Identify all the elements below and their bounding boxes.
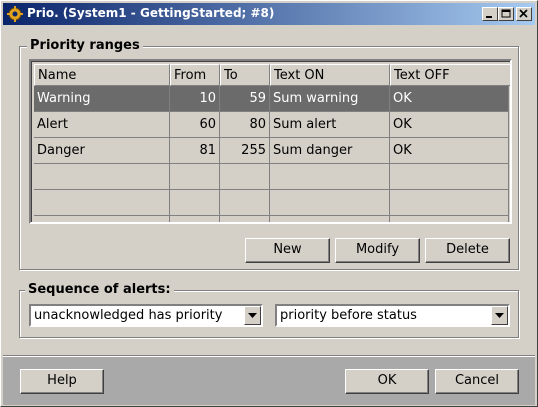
cell-from: 81 xyxy=(170,138,220,164)
new-button[interactable]: New xyxy=(245,238,330,263)
column-header-name[interactable]: Name xyxy=(34,64,170,86)
priority-ranges-label: Priority ranges xyxy=(27,38,143,53)
table-row[interactable]: Alert 60 80 Sum alert OK xyxy=(34,112,509,138)
sequence-label: Sequence of alerts: xyxy=(25,282,174,297)
help-button[interactable]: Help xyxy=(20,369,104,394)
title-bar[interactable]: Prio. (System1 - GettingStarted; #8) xyxy=(3,3,535,25)
cell-to: 80 xyxy=(220,112,270,138)
column-header-text-off[interactable]: Text OFF xyxy=(390,64,510,86)
combo-value: priority before status xyxy=(280,308,417,323)
priority-table-body: Name From To Text ON Text OFF Warning 10… xyxy=(31,61,510,222)
close-button[interactable] xyxy=(516,7,532,21)
combo-value: unacknowledged has priority xyxy=(34,308,223,323)
chevron-down-icon[interactable] xyxy=(244,306,261,325)
dialog-window: Prio. (System1 - GettingStarted; #8) Pri… xyxy=(0,0,538,407)
ok-button[interactable]: OK xyxy=(345,369,429,394)
cell-to: 255 xyxy=(220,138,270,164)
modify-button[interactable]: Modify xyxy=(335,238,420,263)
cell-text-on: Sum danger xyxy=(270,138,390,164)
column-header-from[interactable]: From xyxy=(170,64,220,86)
table-row[interactable]: Danger 81 255 Sum danger OK xyxy=(34,138,509,164)
app-gear-icon xyxy=(7,6,23,22)
delete-button[interactable]: Delete xyxy=(425,238,510,263)
cancel-button[interactable]: Cancel xyxy=(435,369,519,394)
cell-text-on: Sum alert xyxy=(270,112,390,138)
cell-text-on: Sum warning xyxy=(270,86,390,112)
column-header-text-on[interactable]: Text ON xyxy=(270,64,390,86)
minimize-button[interactable] xyxy=(482,7,498,21)
sequence-combo-priority[interactable]: priority before status xyxy=(275,304,510,327)
cell-name: Warning xyxy=(34,86,170,112)
table-row-empty[interactable] xyxy=(34,216,509,222)
cell-name: Alert xyxy=(34,112,170,138)
cell-text-off: OK xyxy=(390,138,509,164)
cell-name: Danger xyxy=(34,138,170,164)
maximize-button[interactable] xyxy=(498,7,514,21)
priority-table[interactable]: Name From To Text ON Text OFF Warning 10… xyxy=(29,59,512,224)
cell-from: 60 xyxy=(170,112,220,138)
cell-text-off: OK xyxy=(390,86,509,112)
window-title: Prio. (System1 - GettingStarted; #8) xyxy=(27,6,275,20)
sequence-combo-acknowledge[interactable]: unacknowledged has priority xyxy=(29,304,263,327)
chevron-down-icon[interactable] xyxy=(491,306,508,325)
table-row-empty[interactable] xyxy=(34,164,509,190)
cell-from: 10 xyxy=(170,86,220,112)
table-row[interactable]: Warning 10 59 Sum warning OK xyxy=(34,86,509,112)
table-row-empty[interactable] xyxy=(34,190,509,216)
cell-text-off: OK xyxy=(390,112,509,138)
cell-to: 59 xyxy=(220,86,270,112)
column-header-to[interactable]: To xyxy=(220,64,270,86)
